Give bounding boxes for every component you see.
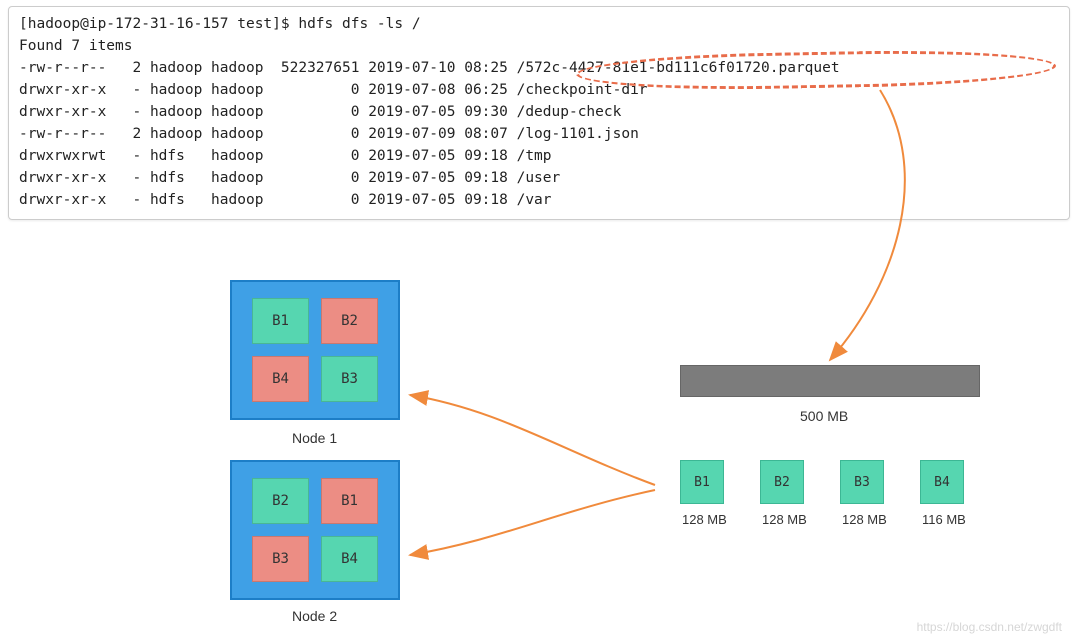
- node1-block-b4: B4: [252, 356, 309, 402]
- small-block-b2: B2: [760, 460, 804, 504]
- node2-block-b4: B4: [321, 536, 378, 582]
- small-block-b3-size: 128 MB: [842, 512, 887, 527]
- node1-block-b1: B1: [252, 298, 309, 344]
- small-block-b1: B1: [680, 460, 724, 504]
- watermark: https://blog.csdn.net/zwgdft: [917, 620, 1062, 634]
- node2-block-b1: B1: [321, 478, 378, 524]
- node-2-box: B2 B1 B3 B4: [230, 460, 400, 600]
- small-block-b1-size: 128 MB: [682, 512, 727, 527]
- small-block-b3: B3: [840, 460, 884, 504]
- node-2-label: Node 2: [292, 608, 337, 624]
- node1-block-b3: B3: [321, 356, 378, 402]
- small-block-b2-size: 128 MB: [762, 512, 807, 527]
- file-bar: [680, 365, 980, 397]
- small-block-b4-size: 116 MB: [922, 512, 966, 527]
- node2-block-b3: B3: [252, 536, 309, 582]
- terminal-output: [hadoop@ip-172-31-16-157 test]$ hdfs dfs…: [8, 6, 1070, 220]
- node-1-box: B1 B2 B4 B3: [230, 280, 400, 420]
- small-block-b4: B4: [920, 460, 964, 504]
- node-1-label: Node 1: [292, 430, 337, 446]
- file-size-label: 500 MB: [800, 408, 848, 424]
- node2-block-b2: B2: [252, 478, 309, 524]
- node1-block-b2: B2: [321, 298, 378, 344]
